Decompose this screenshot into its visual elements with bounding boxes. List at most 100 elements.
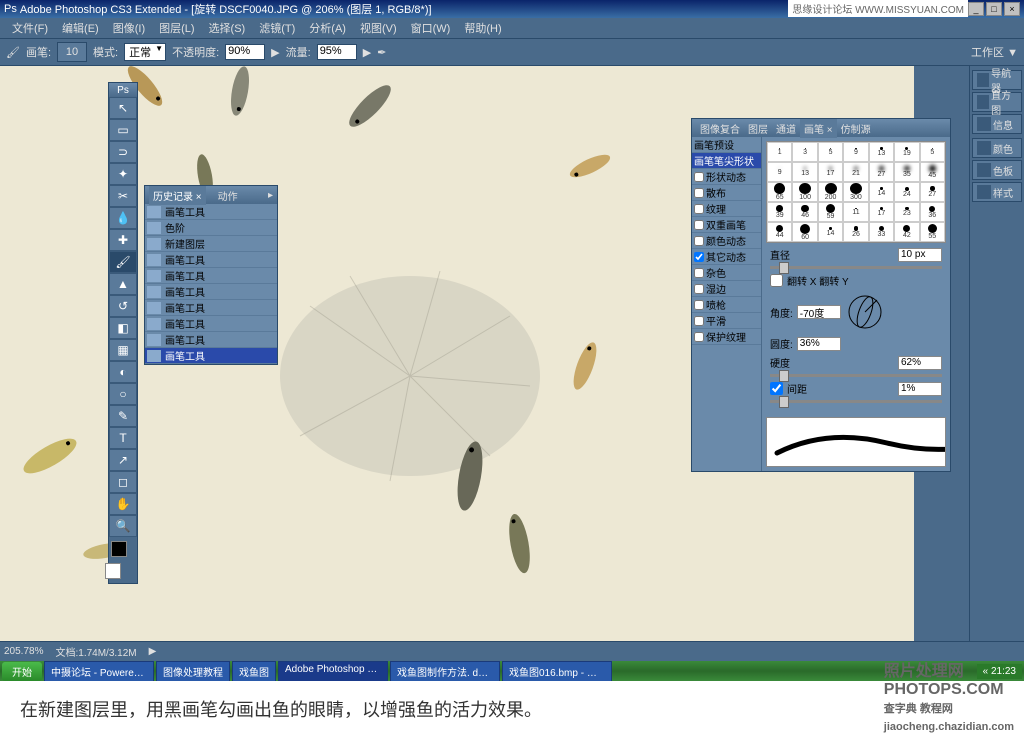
type-tool[interactable]: T	[109, 427, 137, 449]
brush-preset[interactable]: 100	[792, 182, 817, 202]
menu-item[interactable]: 帮助(H)	[458, 18, 507, 38]
windows-taskbar[interactable]: 开始 中摄论坛 - Powered ...图像处理教程戏鱼图Adobe Phot…	[0, 661, 1024, 681]
zoom-tool[interactable]: 🔍	[109, 515, 137, 537]
brush-preset[interactable]: 14	[869, 182, 894, 202]
brush-preset[interactable]: 14	[818, 222, 843, 242]
gradient-tool[interactable]: ▦	[109, 339, 137, 361]
brush-preset[interactable]: 36	[920, 202, 945, 222]
panel-tab[interactable]: 画笔 ×	[800, 119, 837, 138]
history-item[interactable]: 画笔工具	[145, 268, 277, 284]
toolbox[interactable]: Ps ↖ ▭ ⊃ ✦ ✂ 💧 ✚ 🖌 ▲ ↺ ◧ ▦ ◐ ○ ✎ T ↗ ◻ ✋…	[108, 82, 138, 584]
brush-preset[interactable]: 42	[894, 222, 919, 242]
brush-preset[interactable]: 3	[792, 142, 817, 162]
dock-button[interactable]: 色板	[972, 160, 1022, 180]
angle-widget[interactable]	[845, 292, 885, 332]
tool-preset-icon[interactable]: 🖌	[6, 46, 20, 59]
dock-button[interactable]: 信息	[972, 114, 1022, 134]
angle-input[interactable]	[797, 305, 841, 319]
brush-option[interactable]: 双重画笔	[692, 217, 761, 233]
dodge-tool[interactable]: ○	[109, 383, 137, 405]
healing-tool[interactable]: ✚	[109, 229, 137, 251]
panel-tab[interactable]: 通道	[772, 119, 800, 138]
close-button[interactable]: ×	[1004, 2, 1020, 16]
flow-input[interactable]: 95%	[317, 44, 357, 60]
brush-preset[interactable]: 5	[818, 142, 843, 162]
history-tab[interactable]: 历史记录 ×	[149, 186, 206, 205]
foreground-color[interactable]	[111, 541, 127, 557]
history-item[interactable]: 画笔工具	[145, 332, 277, 348]
diameter-input[interactable]	[898, 248, 942, 262]
brush-preset[interactable]: 55	[920, 222, 945, 242]
brush-preset[interactable]: 65	[767, 182, 792, 202]
menu-item[interactable]: 滤镜(T)	[253, 18, 301, 38]
system-tray[interactable]: « 21:23	[977, 664, 1022, 679]
brush-option[interactable]: 杂色	[692, 265, 761, 281]
brush-preset[interactable]: 13	[869, 142, 894, 162]
brush-option[interactable]: 颜色动态	[692, 233, 761, 249]
spacing-checkbox[interactable]	[770, 382, 783, 395]
brush-option[interactable]: 湿边	[692, 281, 761, 297]
menu-item[interactable]: 文件(F)	[6, 18, 54, 38]
blur-tool[interactable]: ◐	[109, 361, 137, 383]
zoom-level[interactable]: 205.78%	[4, 646, 43, 657]
brush-preset[interactable]: 17	[818, 162, 843, 182]
path-tool[interactable]: ↗	[109, 449, 137, 471]
minimize-button[interactable]: _	[968, 2, 984, 16]
history-item[interactable]: 新建图层	[145, 236, 277, 252]
brush-preset[interactable]: 27	[920, 182, 945, 202]
brush-preset[interactable]: 39	[767, 202, 792, 222]
brush-preset[interactable]: 23	[894, 202, 919, 222]
brush-option[interactable]: 纹理	[692, 201, 761, 217]
brush-option[interactable]: 画笔预设	[692, 137, 761, 153]
eyedropper-tool[interactable]: 💧	[109, 207, 137, 229]
brush-option[interactable]: 画笔笔尖形状	[692, 153, 761, 169]
history-item[interactable]: 画笔工具	[145, 284, 277, 300]
brush-preset[interactable]: 46	[792, 202, 817, 222]
eraser-tool[interactable]: ◧	[109, 317, 137, 339]
shape-tool[interactable]: ◻	[109, 471, 137, 493]
brush-picker[interactable]: 10	[57, 42, 87, 62]
brush-tool[interactable]: 🖌	[109, 251, 137, 273]
brush-preset[interactable]: 33	[869, 222, 894, 242]
menu-item[interactable]: 编辑(E)	[56, 18, 105, 38]
background-color[interactable]	[105, 563, 121, 579]
panel-menu-icon[interactable]: ▸	[268, 190, 273, 201]
pen-tool[interactable]: ✎	[109, 405, 137, 427]
taskbar-item[interactable]: 戏鱼图016.bmp - 画图	[502, 661, 612, 682]
history-item[interactable]: 画笔工具	[145, 316, 277, 332]
crop-tool[interactable]: ✂	[109, 185, 137, 207]
brush-preset[interactable]: 19	[894, 142, 919, 162]
brush-preset[interactable]: 300	[843, 182, 868, 202]
opacity-input[interactable]: 90%	[225, 44, 265, 60]
brush-preset[interactable]: 45	[920, 162, 945, 182]
menu-item[interactable]: 窗口(W)	[405, 18, 457, 38]
brush-preset[interactable]: 44	[767, 222, 792, 242]
history-panel[interactable]: 历史记录 × 动作 ▸ 画笔工具色阶新建图层画笔工具画笔工具画笔工具画笔工具画笔…	[144, 185, 278, 365]
lasso-tool[interactable]: ⊃	[109, 141, 137, 163]
move-tool[interactable]: ↖	[109, 97, 137, 119]
hardness-input[interactable]	[898, 356, 942, 370]
maximize-button[interactable]: □	[986, 2, 1002, 16]
brush-preset[interactable]: 5	[920, 142, 945, 162]
brush-preset[interactable]: 60	[792, 222, 817, 242]
menu-item[interactable]: 分析(A)	[303, 18, 352, 38]
brush-preset[interactable]: 11	[843, 202, 868, 222]
actions-tab[interactable]: 动作	[214, 186, 242, 205]
spacing-input[interactable]	[898, 382, 942, 396]
brush-preset[interactable]: 21	[843, 162, 868, 182]
brush-preset[interactable]: 24	[894, 182, 919, 202]
dock-button[interactable]: 直方图	[972, 92, 1022, 112]
brush-preset[interactable]: 59	[818, 202, 843, 222]
panel-tab[interactable]: 图层	[744, 119, 772, 138]
brush-option[interactable]: 散布	[692, 185, 761, 201]
menu-item[interactable]: 图像(I)	[107, 18, 151, 38]
airbrush-icon[interactable]: ✒	[377, 46, 386, 59]
brush-option[interactable]: 喷枪	[692, 297, 761, 313]
wand-tool[interactable]: ✦	[109, 163, 137, 185]
taskbar-item[interactable]: 戏鱼图制作方法. docx...	[390, 661, 500, 682]
menu-item[interactable]: 视图(V)	[354, 18, 403, 38]
taskbar-item[interactable]: 图像处理教程	[156, 661, 230, 682]
stamp-tool[interactable]: ▲	[109, 273, 137, 295]
tray-icons[interactable]: «	[983, 666, 991, 677]
toolbox-header[interactable]: Ps	[109, 83, 137, 97]
